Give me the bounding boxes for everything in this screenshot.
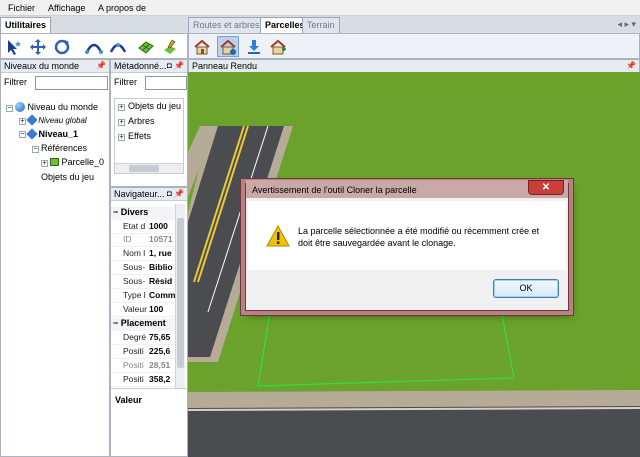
select-arrow-icon[interactable] <box>3 36 25 57</box>
cube-icon <box>26 128 38 140</box>
house-plus-icon[interactable] <box>267 36 289 57</box>
category-divers[interactable]: − Divers <box>111 207 183 220</box>
navigator-header: Navigateur... ◘ 📌 <box>111 188 187 201</box>
grid-terrain-icon[interactable] <box>135 36 157 57</box>
tab-terrain[interactable]: Terrain <box>302 17 340 33</box>
parcel-toolbar <box>188 33 640 59</box>
render-panel-header: Panneau Rendu 📌 <box>188 59 640 73</box>
cube-icon <box>26 114 38 126</box>
tree-collapse-icon[interactable]: − <box>19 131 26 138</box>
property-grid: − Divers Etat d 1000 ID 10571 Nom l 1, rue … <box>111 204 187 388</box>
tree-item-niveau-du-monde[interactable]: Niveau du monde <box>15 102 98 112</box>
tree-item-parcelle-0[interactable]: Parcelle_0 <box>50 157 104 167</box>
meta-filter-label: Filtrer <box>114 77 137 87</box>
render-title: Panneau Rendu <box>192 61 258 71</box>
property-row[interactable]: Etat d 1000 <box>111 221 183 234</box>
tree-item-references[interactable]: Références <box>41 143 87 153</box>
tree-collapse-icon[interactable]: − <box>32 146 39 153</box>
paint-terrain-icon[interactable] <box>159 36 181 57</box>
globe-icon <box>15 102 25 112</box>
category-placement[interactable]: − Placement <box>111 318 183 331</box>
world-filter-input[interactable] <box>35 76 108 90</box>
tree-expand-icon[interactable]: + <box>118 104 125 111</box>
property-row[interactable]: ID 10571 <box>111 234 183 247</box>
meta-item-arbres[interactable]: Arbres <box>128 116 155 126</box>
world-levels-header: Niveaux du monde 📌 <box>1 60 109 73</box>
curve-road-alt-icon[interactable] <box>107 36 129 57</box>
tree-collapse-icon[interactable]: − <box>6 105 13 112</box>
meta-item-objets-du-jeu[interactable]: Objets du jeu <box>128 101 181 111</box>
menu-a-propos[interactable]: A propos de <box>98 3 146 13</box>
metadata-list: + Objets du jeu + Arbres + Effets <box>114 98 184 174</box>
metadata-panel: Métadonné... ◘ 📌 Filtrer + Objets du jeu… <box>110 59 188 187</box>
scroll-thumb[interactable] <box>129 165 159 172</box>
property-row[interactable]: Sous- Biblio <box>111 262 183 275</box>
menu-fichier[interactable]: Fichier <box>8 3 35 13</box>
download-arrow-icon[interactable] <box>243 36 265 57</box>
right-tabstrip: Routes et arbres Parcelles Terrain ◂ ▸ ▾ <box>188 17 640 34</box>
tab-utilitaires[interactable]: Utilitaires <box>0 17 52 34</box>
tab-routes-et-arbres[interactable]: Routes et arbres <box>188 17 265 33</box>
world-levels-title: Niveaux du monde <box>4 61 80 71</box>
navigator-panel: Navigateur... ◘ 📌 − Divers Etat d 1000 ID… <box>110 187 188 457</box>
tree-item-niveau-1[interactable]: Niveau_1 <box>26 128 78 140</box>
property-row[interactable]: Positi 28,51 <box>111 360 183 373</box>
metadata-header: Métadonné... ◘ 📌 <box>111 60 187 73</box>
tree-expand-icon[interactable]: + <box>118 134 125 141</box>
scroll-thumb[interactable] <box>177 218 184 368</box>
meta-item-effets[interactable]: Effets <box>128 131 151 141</box>
world-filter-label: Filtrer <box>4 77 27 87</box>
dialog-title: Avertissement de l'outil Cloner la parce… <box>246 180 568 198</box>
tree-expand-icon[interactable]: + <box>41 160 48 167</box>
menu-bar: Fichier Affichage A propos de <box>0 0 640 16</box>
utilities-toolbar <box>0 33 188 59</box>
pin-icon[interactable]: 📌 <box>96 61 106 70</box>
property-row[interactable]: Sous- Résid <box>111 276 183 289</box>
dialog-message: La parcelle sélectionnée a été modifié o… <box>298 226 540 248</box>
property-row[interactable]: Degré 75,65 <box>111 332 183 345</box>
tree-expand-icon[interactable]: + <box>118 119 125 126</box>
rotate-icon[interactable] <box>51 36 73 57</box>
move-arrows-icon[interactable] <box>27 36 49 57</box>
curve-road-icon[interactable] <box>83 36 105 57</box>
pin-icon[interactable]: ◘ 📌 <box>167 61 184 70</box>
property-description: Valeur <box>111 388 187 411</box>
world-levels-panel: Niveaux du monde 📌 Filtrer − Niveau du m… <box>0 59 110 457</box>
property-vscrollbar[interactable] <box>175 204 185 388</box>
parcel-icon <box>50 158 59 166</box>
property-row[interactable]: Type l Comm <box>111 290 183 303</box>
dialog-close-button[interactable]: ✕ <box>528 180 564 195</box>
navigator-title: Navigateur... <box>114 189 165 199</box>
property-row[interactable]: Positi 225,6 <box>111 346 183 359</box>
warning-dialog: Avertissement de l'outil Cloner la parce… <box>245 180 569 311</box>
property-row[interactable]: Positi 358,2 <box>111 374 183 387</box>
pin-icon[interactable]: ◘ 📌 <box>167 189 184 198</box>
property-row[interactable]: Valeur 100 <box>111 304 183 317</box>
ok-button[interactable]: OK <box>493 279 559 298</box>
house-add-icon[interactable] <box>191 36 213 57</box>
pin-icon[interactable]: 📌 <box>626 61 636 70</box>
tree-item-objets-du-jeu[interactable]: Objets du jeu <box>41 172 94 182</box>
tree-expand-icon[interactable]: + <box>19 118 26 125</box>
road <box>188 406 640 457</box>
property-row[interactable]: Nom l 1, rue <box>111 248 183 261</box>
warning-icon <box>266 225 290 247</box>
tree-item-niveau-global[interactable]: Niveau global <box>26 114 87 126</box>
meta-filter-input[interactable] <box>145 76 187 90</box>
dialog-body: La parcelle sélectionnée a été modifié o… <box>248 201 566 270</box>
menu-affichage[interactable]: Affichage <box>48 3 85 13</box>
house-clone-icon[interactable] <box>217 36 239 57</box>
metadata-hscrollbar[interactable] <box>115 163 183 173</box>
left-tabstrip: Utilitaires <box>0 17 188 34</box>
metadata-title: Métadonné... <box>114 61 167 71</box>
tab-overflow-icon[interactable]: ◂ ▸ ▾ <box>617 19 636 30</box>
